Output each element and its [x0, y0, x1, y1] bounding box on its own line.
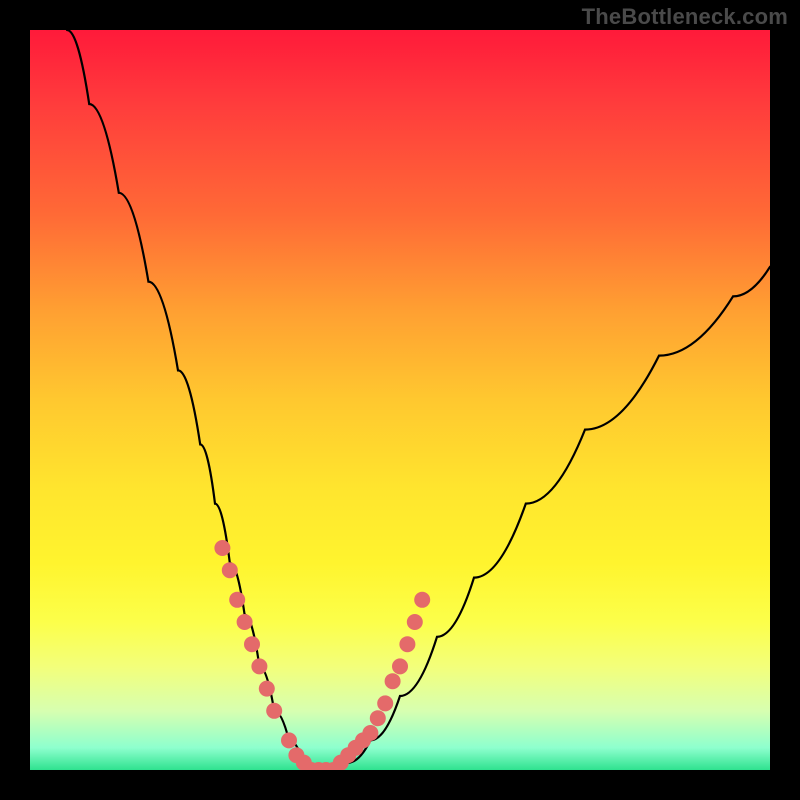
- highlight-dot: [399, 636, 415, 652]
- highlight-dot: [385, 673, 401, 689]
- highlight-dot: [266, 703, 282, 719]
- highlight-dot: [407, 614, 423, 630]
- chart-frame: TheBottleneck.com: [0, 0, 800, 800]
- bottleneck-curve: [67, 30, 770, 770]
- highlight-dot: [222, 562, 238, 578]
- highlight-dot: [214, 540, 230, 556]
- highlight-dot: [377, 695, 393, 711]
- highlight-dot: [251, 658, 267, 674]
- highlight-dot: [259, 681, 275, 697]
- highlight-dot: [244, 636, 260, 652]
- highlight-dot: [362, 725, 378, 741]
- plot-area: [30, 30, 770, 770]
- marker-group: [214, 540, 430, 770]
- highlight-dot: [237, 614, 253, 630]
- chart-svg: [30, 30, 770, 770]
- highlight-dot: [370, 710, 386, 726]
- curve-group: [67, 30, 770, 770]
- highlight-dot: [414, 592, 430, 608]
- watermark-text: TheBottleneck.com: [582, 4, 788, 30]
- highlight-dot: [229, 592, 245, 608]
- highlight-dot: [281, 732, 297, 748]
- highlight-dot: [392, 658, 408, 674]
